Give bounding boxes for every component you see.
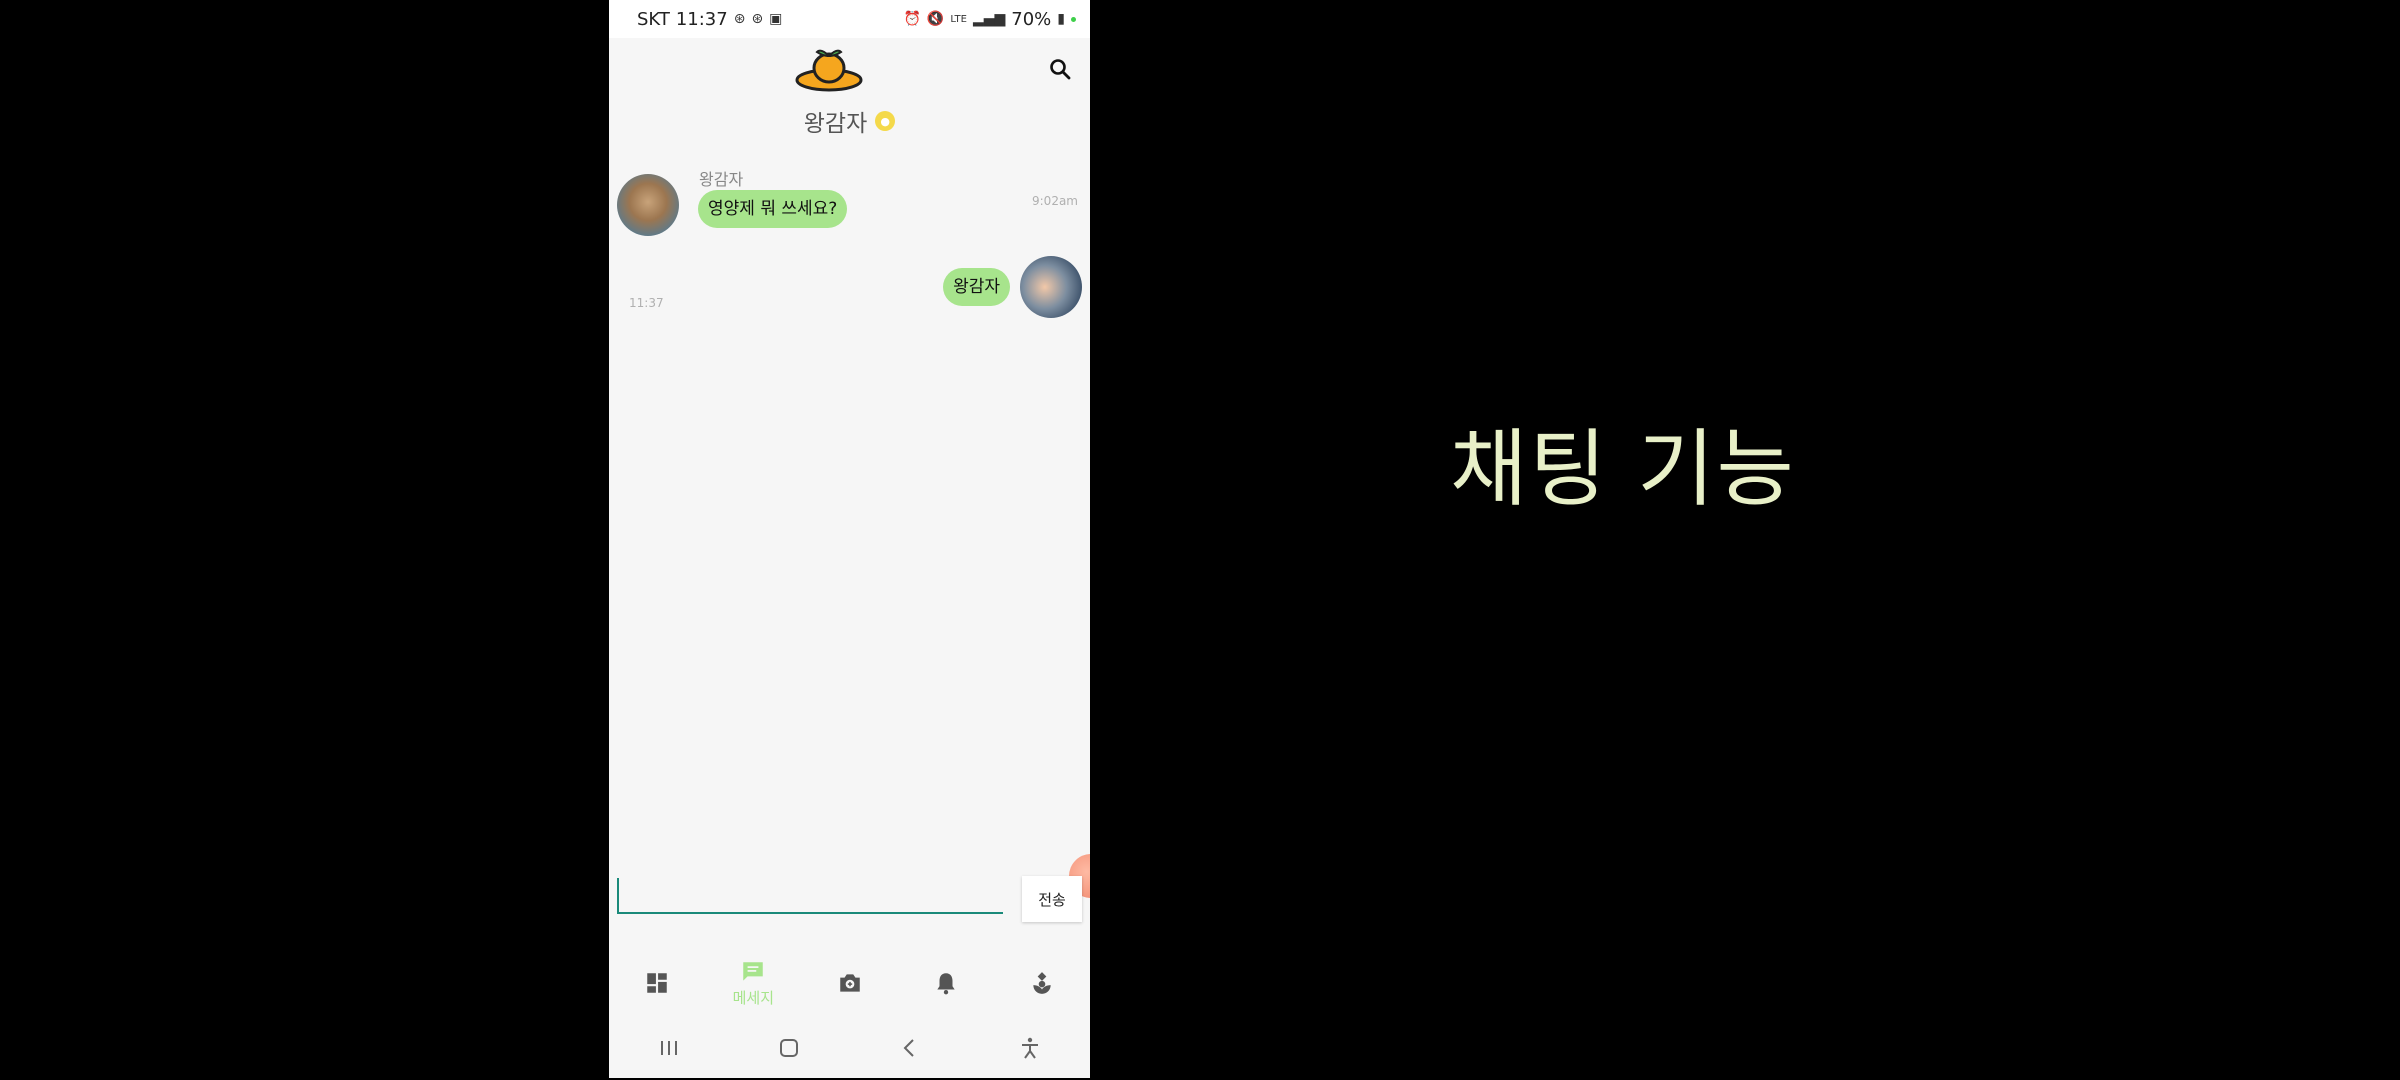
- avatar[interactable]: [617, 174, 679, 236]
- app-header: 왕감자 ●: [609, 38, 1090, 150]
- notification-icon: ⊛: [733, 11, 746, 27]
- lte-label: LTE: [950, 13, 967, 25]
- accessibility-button[interactable]: [1010, 1028, 1050, 1068]
- mute-icon: 🔇: [926, 11, 945, 27]
- potato-hat-logo-icon: [795, 49, 863, 92]
- camera-icon: [839, 974, 860, 992]
- signal-icon: ▂▄▆: [972, 11, 1006, 27]
- back-icon: [903, 1039, 914, 1057]
- composer: 전송: [609, 868, 1090, 928]
- video-record-icon: ▣: [769, 11, 783, 27]
- accessibility-icon: [1021, 1037, 1038, 1059]
- plant-icon: [1033, 972, 1051, 994]
- message-incoming: 왕감자 영양제 뭐 쓰세요? 9:02am: [617, 166, 1082, 238]
- search-icon: [1050, 59, 1071, 80]
- home-button[interactable]: [769, 1028, 809, 1068]
- avatar[interactable]: [1020, 256, 1082, 318]
- status-right: ⏰ 🔇 LTE ▂▄▆ 70% ▮: [903, 9, 1076, 30]
- clock-label: 11:37: [675, 8, 728, 30]
- battery-icon: ▮: [1057, 11, 1065, 27]
- nav-item-plant[interactable]: [994, 950, 1090, 1016]
- chat-title: 왕감자 ●: [609, 104, 1090, 138]
- nav-item-camera[interactable]: [801, 950, 897, 1016]
- message-icon: [743, 961, 764, 981]
- status-left: SKT 11:37 ⊛ ⊛ ▣: [637, 9, 782, 30]
- send-button[interactable]: 전송: [1022, 876, 1082, 922]
- phone-screen: SKT 11:37 ⊛ ⊛ ▣ ⏰ 🔇 LTE ▂▄▆ 70% ▮ 왕감자 ● …: [609, 0, 1090, 1078]
- video-caption: 채팅 기능: [1450, 420, 1796, 518]
- carrier-label: SKT: [637, 8, 670, 30]
- message-input[interactable]: [617, 878, 1003, 914]
- chat-title-text: 왕감자: [803, 111, 868, 137]
- back-button[interactable]: [890, 1028, 930, 1068]
- nav-item-dashboard[interactable]: [609, 950, 705, 1016]
- message-bubble: 왕감자: [943, 268, 1010, 306]
- nav-label-messages: 메세지: [732, 988, 774, 1007]
- dashboard-icon: [647, 973, 667, 993]
- badge-icon: ●: [875, 111, 896, 131]
- privacy-indicator-icon: [1071, 16, 1076, 22]
- recent-apps-icon: [661, 1041, 678, 1055]
- search-button[interactable]: [1045, 54, 1075, 84]
- message-time: 11:37: [629, 296, 664, 310]
- video-frame: SKT 11:37 ⊛ ⊛ ▣ ⏰ 🔇 LTE ▂▄▆ 70% ▮ 왕감자 ● …: [0, 0, 2400, 1080]
- nav-item-notifications[interactable]: [898, 950, 994, 1016]
- bottom-nav: 메세지: [609, 950, 1090, 1016]
- home-icon: [780, 1039, 799, 1057]
- message-time: 9:02am: [1032, 194, 1078, 208]
- message-outgoing: 왕감자 11:37: [617, 256, 1082, 322]
- bell-icon: [937, 973, 955, 995]
- message-bubble: 영양제 뭐 쓰세요?: [698, 190, 848, 228]
- system-nav-bar: [609, 1018, 1090, 1078]
- battery-label: 70%: [1011, 8, 1052, 30]
- recent-apps-button[interactable]: [649, 1028, 689, 1068]
- sender-name: 왕감자: [699, 170, 744, 189]
- notification-icon-2: ⊛: [751, 11, 764, 27]
- alarm-icon: ⏰: [903, 11, 921, 27]
- status-bar: SKT 11:37 ⊛ ⊛ ▣ ⏰ 🔇 LTE ▂▄▆ 70% ▮: [609, 0, 1090, 38]
- nav-item-messages[interactable]: 메세지: [705, 950, 801, 1016]
